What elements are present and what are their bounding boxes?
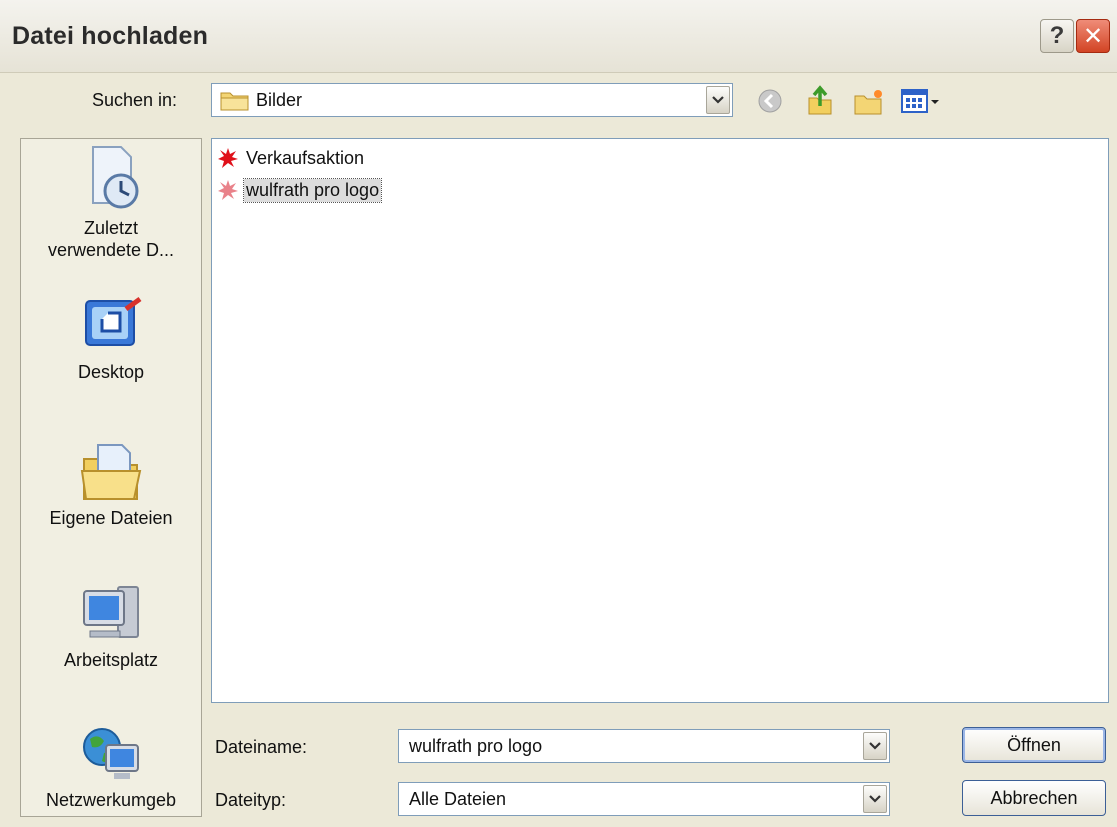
places-bar: Zuletzt verwendete D... Desktop Eigene D… (20, 138, 202, 817)
cancel-button[interactable]: Abbrechen (962, 780, 1106, 816)
place-my-computer-label: Arbeitsplatz (63, 650, 159, 670)
image-file-icon (218, 148, 238, 168)
place-recent-label-2: verwendete D... (47, 240, 175, 260)
title-bar: Datei hochladen ? ✕ (0, 0, 1117, 73)
list-item[interactable]: wulfrath pro logo (216, 177, 383, 203)
place-recent-label-1: Zuletzt (83, 218, 139, 238)
lookin-value: Bilder (256, 90, 303, 110)
list-item[interactable]: Verkaufsaktion (216, 145, 366, 171)
chevron-down-icon (869, 795, 881, 803)
image-file-icon (218, 180, 238, 200)
lookin-dropdown-button[interactable] (706, 86, 730, 114)
up-folder-icon[interactable] (805, 84, 835, 116)
back-icon[interactable] (757, 88, 783, 114)
filetype-dropdown[interactable]: Alle Dateien (398, 782, 890, 816)
new-folder-icon[interactable] (853, 88, 885, 116)
filename-dropdown-button[interactable] (863, 732, 887, 760)
help-icon: ? (1049, 22, 1065, 49)
place-my-documents[interactable]: Eigene Dateien (21, 439, 201, 529)
filename-value: wulfrath pro logo (409, 736, 543, 756)
place-my-computer[interactable]: Arbeitsplatz (21, 581, 201, 671)
filename-field[interactable]: wulfrath pro logo (398, 729, 890, 763)
filetype-value: Alle Dateien (409, 789, 507, 809)
lookin-label: Suchen in: (92, 90, 178, 110)
place-desktop[interactable]: Desktop (21, 295, 201, 383)
place-recent[interactable]: Zuletzt verwendete D... (21, 143, 201, 261)
my-documents-icon (80, 444, 142, 500)
view-menu-icon[interactable] (901, 88, 941, 114)
help-button[interactable]: ? (1040, 19, 1074, 53)
lookin-dropdown[interactable]: Bilder (211, 83, 733, 117)
window-title: Datei hochladen (12, 22, 209, 50)
file-list[interactable]: Verkaufsaktion wulfrath pro logo (211, 138, 1109, 703)
folder-icon (220, 92, 249, 111)
recent-documents-icon (92, 146, 139, 209)
close-icon: ✕ (1082, 22, 1104, 50)
network-icon (83, 728, 139, 779)
close-button[interactable]: ✕ (1076, 19, 1110, 53)
filetype-dropdown-button[interactable] (863, 785, 887, 813)
chevron-down-icon (869, 742, 881, 750)
place-my-documents-label: Eigene Dateien (49, 508, 173, 528)
filetype-label: Dateityp: (215, 790, 287, 810)
place-network-label: Netzwerkumgeb (45, 790, 177, 810)
place-desktop-label: Desktop (77, 362, 145, 382)
file-name: Verkaufsaktion (246, 147, 365, 168)
filename-label: Dateiname: (215, 737, 308, 757)
chevron-down-icon (712, 96, 724, 104)
open-button[interactable]: Öffnen (962, 727, 1106, 763)
my-computer-icon (83, 586, 139, 638)
file-name: wulfrath pro logo (242, 177, 383, 203)
desktop-icon (85, 296, 142, 346)
place-network[interactable]: Netzwerkumgeb (21, 723, 201, 811)
